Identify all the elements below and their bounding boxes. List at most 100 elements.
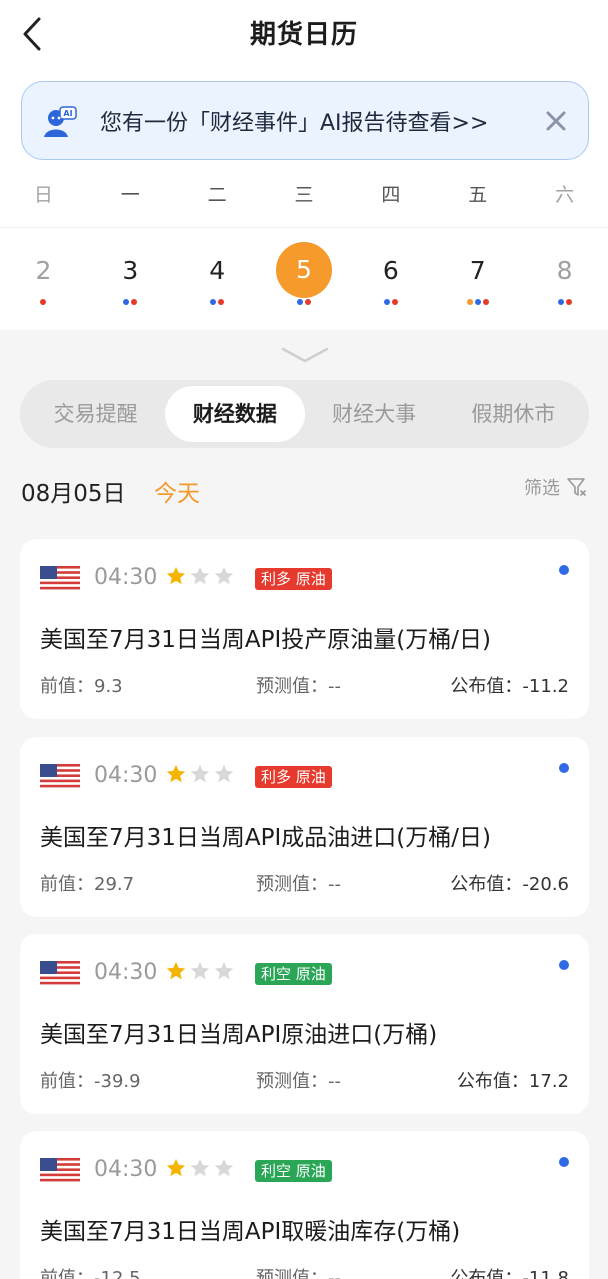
star-icon [189,960,211,986]
star-icon [165,565,187,591]
event-dot [40,299,47,305]
weekday-label: 六 [555,184,575,206]
date-cell[interactable]: 7 [434,246,521,312]
star-icon [165,763,187,789]
weekday-label: 日 [33,184,53,206]
tab-trade-reminder[interactable]: 交易提醒 [26,386,165,442]
event-dot [474,299,481,305]
expand-chevron-icon[interactable] [281,345,329,365]
star-icon [189,1157,211,1183]
event-dot [123,299,130,305]
forecast-value: 预测值：-- [256,676,341,697]
event-card[interactable]: 04:30 利空 原油 美国至7月31日当周API原油进口(万桶) 前值：-39… [20,934,589,1114]
event-dot [557,299,564,305]
weekday-label: 二 [207,184,227,206]
event-dots [434,299,521,305]
event-title: 美国至7月31日当周API成品油进口(万桶/日) [40,825,491,851]
category-tabs: 交易提醒 财经数据 财经大事 假期休市 [20,380,589,448]
date-number: 7 [469,256,486,285]
event-title: 美国至7月31日当周API投产原油量(万桶/日) [40,627,491,653]
star-icon [165,1157,187,1183]
event-card[interactable]: 04:30 利多 原油 美国至7月31日当周API投产原油量(万桶/日) 前值：… [20,539,589,719]
published-value: 公布值：-20.6 [450,874,569,895]
ai-report-banner[interactable]: AI 您有一份「财经事件」AI报告待查看>> [21,81,589,160]
event-title: 美国至7月31日当周API取暖油库存(万桶) [40,1219,461,1245]
today-label: 今天 [154,481,200,507]
tab-financial-events[interactable]: 财经大事 [305,386,444,442]
us-flag-icon [40,566,80,592]
date-number: 8 [556,256,573,285]
impact-tag: 利空 原油 [255,1160,332,1182]
date-cell[interactable]: 3 [87,246,174,312]
event-title: 美国至7月31日当周API原油进口(万桶) [40,1022,438,1048]
previous-value: 前值：9.3 [40,676,123,697]
star-icon [213,960,235,986]
event-dot [297,299,303,305]
published-value: 公布值：-11.8 [450,1268,569,1279]
forecast-value: 预测值：-- [256,1268,341,1279]
forecast-value: 预测值：-- [256,874,341,895]
event-values: 前值：29.7 预测值：-- 公布值：-20.6 [40,870,569,895]
event-time: 04:30 [94,565,158,590]
event-dots [347,299,434,305]
forecast-value: 预测值：-- [256,1071,341,1092]
event-dots [521,299,608,305]
event-time: 04:30 [94,1157,158,1182]
event-values: 前值：-12.5 预测值：-- 公布值：-11.8 [40,1264,569,1279]
importance-stars [165,565,235,591]
event-dots [261,299,348,305]
event-dots [174,299,261,305]
event-dot [466,299,473,305]
event-dot [305,299,311,305]
tab-holiday-closure[interactable]: 假期休市 [444,386,583,442]
date-row: 2 3 4 5 6 7 8 [0,242,608,312]
unread-dot [559,1157,569,1167]
banner-text[interactable]: 您有一份「财经事件」AI报告待查看>> [100,105,542,137]
weekday-label: 五 [468,184,488,206]
close-icon [546,111,566,130]
date-number: 5 [276,242,332,298]
weekday-row: 日 一 二 三 四 五 六 [0,180,608,210]
event-dot [218,299,225,305]
star-icon [213,1157,235,1183]
impact-tag: 利空 原油 [255,963,332,985]
ai-robot-icon: AI [44,105,77,137]
previous-value: 前值：-39.9 [40,1071,141,1092]
filter-button[interactable]: 筛选 [524,474,588,500]
star-icon [213,565,235,591]
date-cell[interactable]: 6 [347,246,434,312]
event-dot [383,299,390,305]
star-icon [189,565,211,591]
tab-financial-data[interactable]: 财经数据 [165,386,305,442]
importance-stars [165,1157,235,1183]
star-icon [165,960,187,986]
divider [0,227,608,228]
importance-stars [165,960,235,986]
event-dot [565,299,572,305]
event-dot [391,299,398,305]
star-icon [213,763,235,789]
event-card[interactable]: 04:30 利多 原油 美国至7月31日当周API成品油进口(万桶/日) 前值：… [20,737,589,917]
us-flag-icon [40,1158,80,1184]
date-cell-selected[interactable]: 5 [261,242,348,312]
date-cell[interactable]: 2 [0,246,87,312]
us-flag-icon [40,961,80,987]
date-number: 4 [209,256,226,285]
banner-close-button[interactable] [542,107,570,135]
published-value: 公布值：-11.2 [450,676,569,697]
impact-tag: 利多 原油 [255,766,332,788]
date-cell[interactable]: 4 [174,246,261,312]
date-number: 2 [35,256,52,285]
selected-date-row: 08月05日 今天 筛选 [21,474,588,507]
svg-text:AI: AI [63,109,72,118]
event-dot [210,299,217,305]
page-title: 期货日历 [249,20,358,50]
filter-label: 筛选 [524,478,560,499]
published-value: 公布值：17.2 [456,1071,569,1092]
event-dots [0,299,87,305]
filter-icon [567,478,586,496]
date-cell[interactable]: 8 [521,246,608,312]
unread-dot [559,960,569,970]
previous-value: 前值：29.7 [40,874,135,895]
event-card[interactable]: 04:30 利空 原油 美国至7月31日当周API取暖油库存(万桶) 前值：-1… [20,1131,589,1279]
